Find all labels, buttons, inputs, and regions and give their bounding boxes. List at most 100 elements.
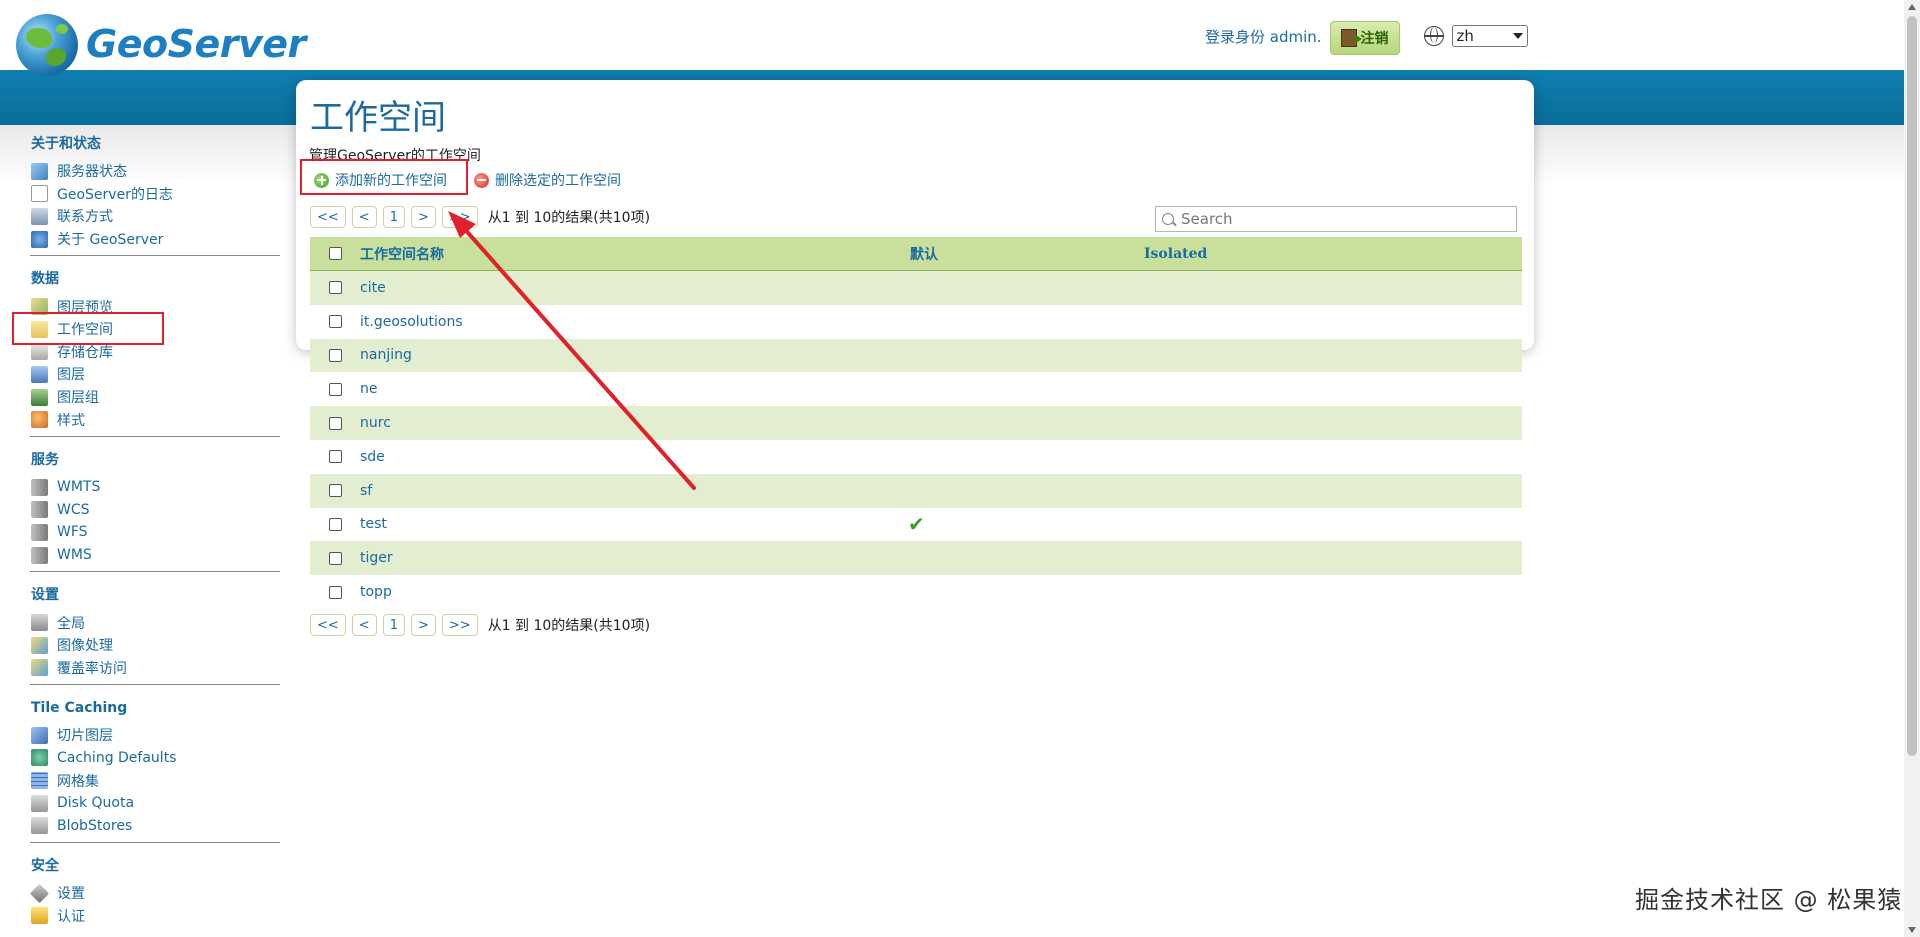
column-header-default[interactable]: 默认 (910, 237, 1144, 270)
sidebar-divider (30, 435, 280, 437)
row-checkbox[interactable] (328, 382, 342, 396)
workspace-name-link[interactable]: test (360, 516, 910, 532)
table-row: sf (310, 473, 1522, 508)
workspace-name-link[interactable]: sf (360, 483, 910, 499)
default-cell (910, 305, 1144, 339)
sidebar-item[interactable]: 关于 GeoServer (30, 228, 280, 251)
column-header-name[interactable]: 工作空间名称 (360, 244, 910, 264)
scroll-thumb[interactable] (1907, 16, 1917, 756)
workspace-nav-highlight (12, 312, 164, 345)
workspace-table: 工作空间名称 默认 Isolated cite it.geosolutions na… (310, 237, 1522, 609)
sidebar-item[interactable]: 服务器状态 (30, 160, 280, 183)
select-all-checkbox[interactable] (328, 247, 342, 260)
sidebar-item-label: 设置 (57, 886, 85, 903)
remove-workspace-link[interactable]: 删除选定的工作空间 (474, 170, 621, 190)
sidebar-item[interactable]: WMS (30, 544, 280, 567)
default-cell (910, 440, 1144, 474)
sidebar-item[interactable]: Caching Defaults (30, 747, 280, 770)
pager-page-button[interactable]: 1 (382, 614, 405, 636)
image-processing-icon (31, 636, 48, 654)
search-input[interactable] (1179, 209, 1503, 229)
chevron-down-icon (1512, 33, 1523, 39)
sidebar-item-label: GeoServer的日志 (57, 186, 173, 203)
sidebar-item[interactable]: 切片图层 (30, 724, 280, 747)
sidebar-item[interactable]: Disk Quota (30, 792, 280, 815)
tile-layers-icon (31, 726, 48, 744)
sidebar-item[interactable]: 全局 (30, 611, 280, 634)
pager-next-button[interactable]: > (410, 206, 436, 228)
sidebar-item[interactable]: GeoServer的日志 (30, 183, 280, 206)
default-cell (910, 541, 1144, 575)
service-icon (31, 546, 48, 564)
workspace-name-link[interactable]: topp (360, 584, 910, 600)
sidebar-item[interactable]: 网格集 (30, 769, 280, 792)
log-icon (31, 185, 48, 203)
page-title: 工作空间 (310, 98, 446, 138)
pager-info: 从1 到 10的结果(共10项) (487, 210, 651, 226)
workspace-name-link[interactable]: cite (360, 280, 910, 296)
pager-next-button[interactable]: > (410, 614, 436, 636)
default-cell (910, 474, 1144, 508)
row-checkbox[interactable] (328, 450, 342, 464)
table-body: cite it.geosolutions nanjing ne nurc sde sf tes… (310, 271, 1522, 609)
contact-icon (31, 207, 48, 225)
pager-last-button[interactable]: >> (441, 614, 478, 636)
sidebar-item-label: 图像处理 (57, 638, 113, 655)
sidebar-item-label: 网格集 (57, 773, 99, 790)
logout-button[interactable]: 注销 (1329, 21, 1400, 55)
sidebar-item[interactable]: 样式 (30, 408, 280, 431)
row-checkbox[interactable] (328, 281, 342, 295)
pager-info: 从1 到 10的结果(共10项) (487, 618, 651, 634)
workspace-name-link[interactable]: ne (360, 381, 910, 397)
row-checkbox[interactable] (328, 416, 342, 430)
service-icon (31, 501, 48, 519)
pager-prev-button[interactable]: < (351, 206, 377, 228)
row-checkbox[interactable] (328, 517, 342, 531)
sidebar-item[interactable]: WMTS (30, 476, 280, 499)
workspace-name-link[interactable]: nurc (360, 415, 910, 431)
sidebar-item[interactable]: BlobStores (30, 814, 280, 837)
sidebar-item[interactable]: 设置 (29, 882, 280, 905)
sidebar-item[interactable]: 认证 (30, 905, 280, 928)
sidebar-item[interactable]: 联系方式 (30, 205, 280, 228)
row-checkbox[interactable] (328, 585, 342, 599)
workspace-name-link[interactable]: nanjing (360, 347, 910, 363)
sidebar-item-label: BlobStores (57, 817, 133, 834)
sidebar-item-label: WFS (57, 524, 88, 541)
sidebar-item-label: 关于 GeoServer (57, 232, 164, 249)
vertical-scrollbar[interactable] (1904, 0, 1920, 937)
sidebar-item[interactable]: 图像处理 (30, 634, 280, 657)
service-icon (31, 523, 48, 541)
geoserver-globe-icon[interactable] (16, 14, 78, 76)
sidebar-item[interactable]: WCS (30, 499, 280, 522)
workspace-name-link[interactable]: sde (360, 449, 910, 465)
column-header-isolated[interactable]: Isolated (1144, 246, 1444, 262)
row-checkbox[interactable] (328, 551, 342, 565)
sidebar-divider (30, 571, 280, 573)
scroll-down-icon[interactable] (1908, 927, 1916, 933)
row-checkbox[interactable] (328, 484, 342, 498)
scroll-up-icon[interactable] (1908, 4, 1916, 10)
pager-first-button[interactable]: << (310, 614, 346, 636)
pager-prev-button[interactable]: < (351, 614, 377, 636)
default-cell (910, 406, 1144, 440)
pager-last-button[interactable]: >> (441, 206, 478, 228)
sidebar-item[interactable]: 图层 (30, 363, 280, 386)
workspace-name-link[interactable]: it.geosolutions (360, 314, 910, 330)
logo-text[interactable]: GeoServer (86, 22, 306, 66)
workspace-name-link[interactable]: tiger (360, 550, 910, 566)
service-icon (31, 478, 48, 496)
sidebar-item-label: 认证 (57, 908, 85, 925)
sidebar-item[interactable]: 图层组 (30, 386, 280, 409)
remove-icon (474, 172, 489, 188)
global-settings-icon (31, 614, 48, 632)
pager-first-button[interactable]: << (310, 206, 346, 228)
language-select[interactable]: zh (1451, 25, 1528, 47)
search-box[interactable] (1155, 206, 1517, 232)
row-checkbox[interactable] (328, 348, 342, 362)
sidebar-item[interactable]: WFS (30, 521, 280, 544)
table-row: ne (310, 372, 1522, 406)
row-checkbox[interactable] (328, 315, 342, 329)
sidebar-item[interactable]: 覆盖率访问 (30, 657, 280, 680)
pager-page-button[interactable]: 1 (382, 206, 405, 228)
